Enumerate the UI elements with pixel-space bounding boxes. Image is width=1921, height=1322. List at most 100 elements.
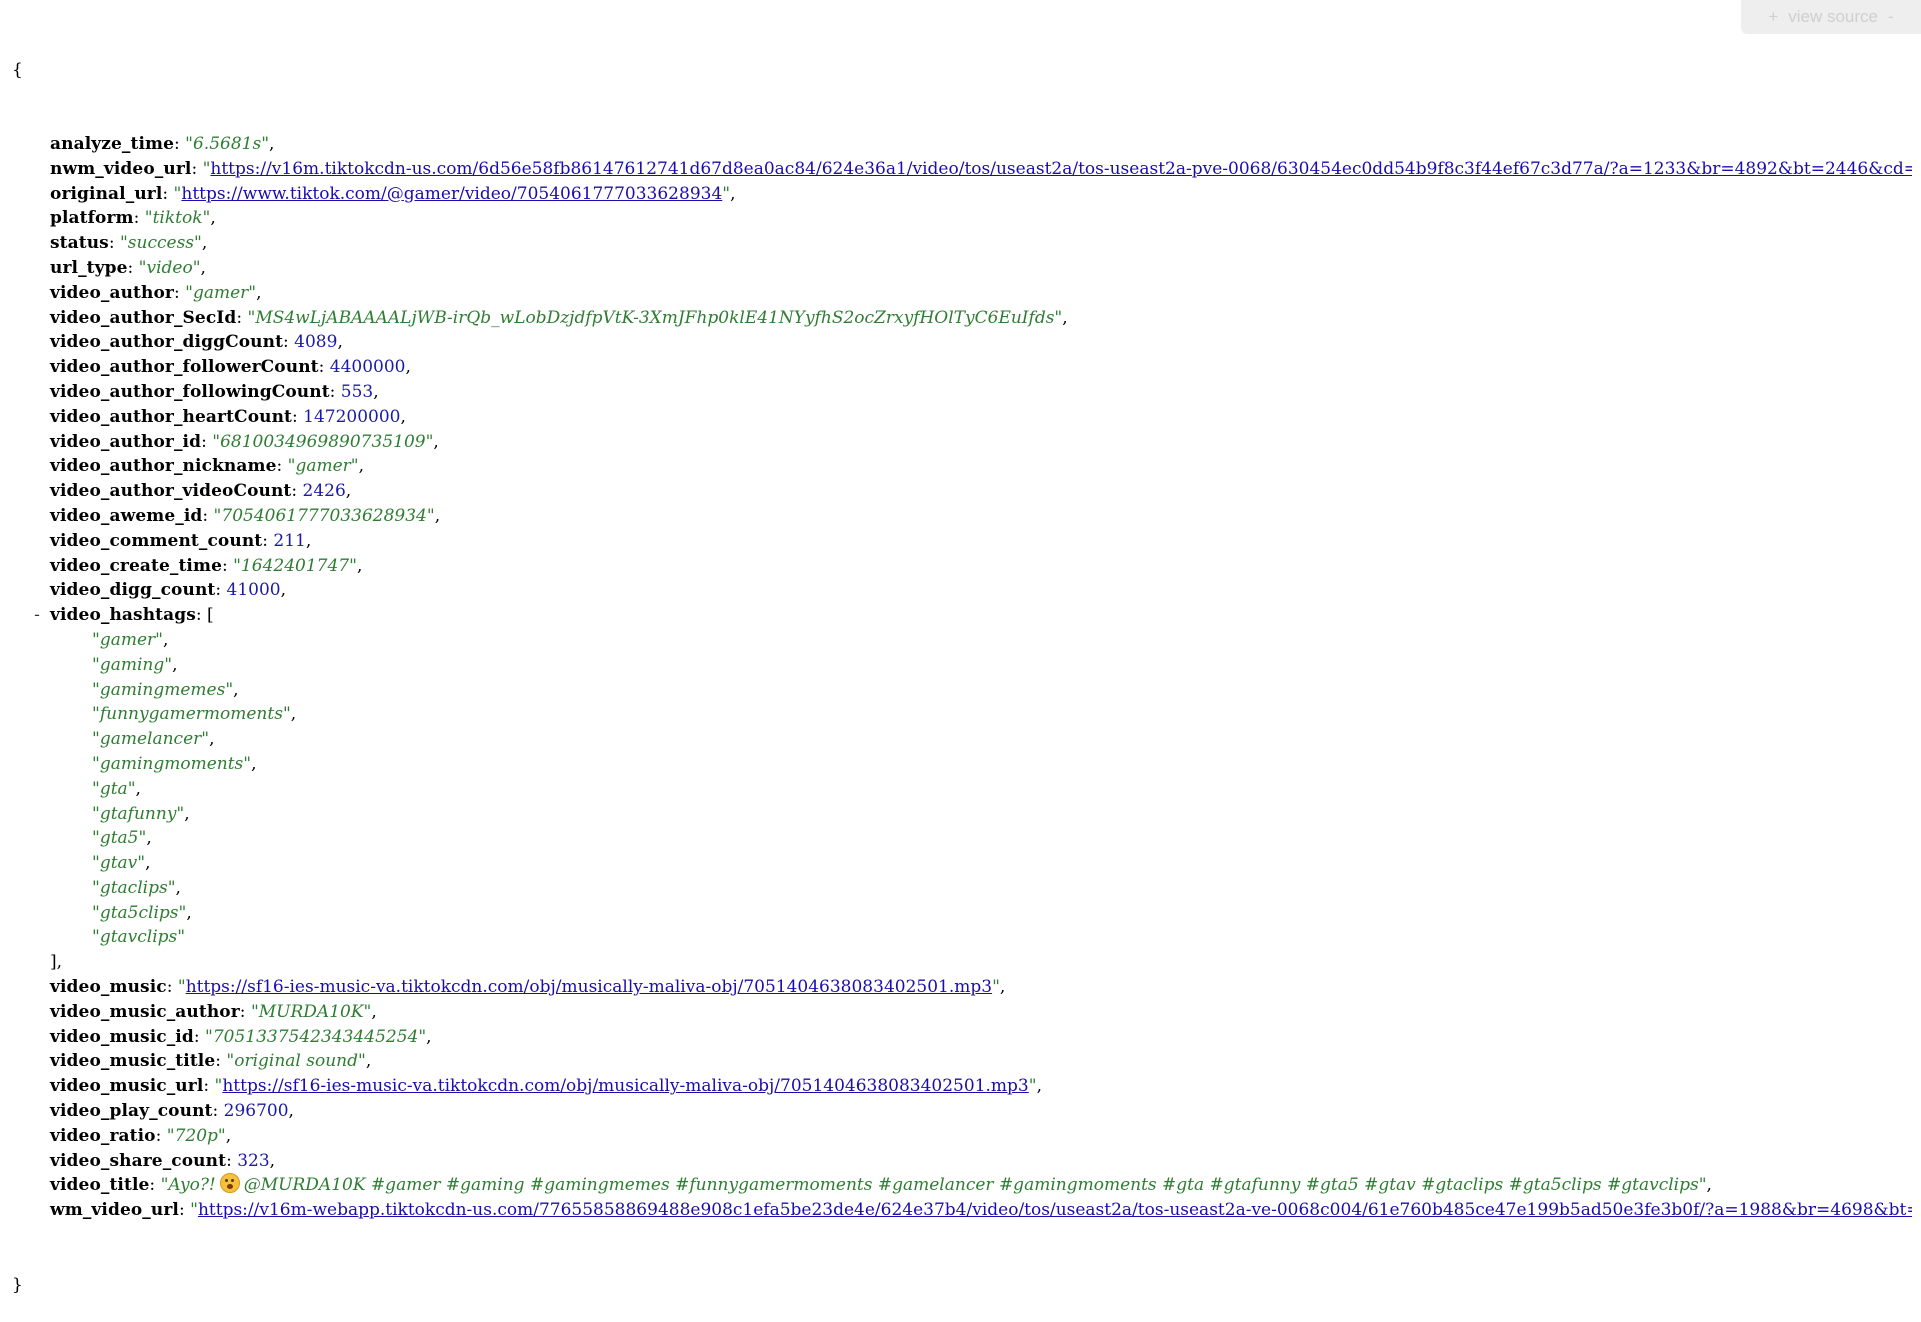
json-key: video_author_id (50, 431, 202, 452)
json-array-item: "gtafunny", (92, 803, 190, 824)
json-string-value: 6.5681s (192, 133, 262, 154)
json-row-video_music_url: video_music_url: "https://sf16-ies-music… (50, 1076, 1042, 1097)
json-string-value: gtavclips (99, 927, 178, 948)
json-array-item: "gamelancer", (92, 729, 215, 750)
json-string-value: 1642401747 (240, 555, 350, 576)
json-key: video_author_videoCount (50, 481, 292, 502)
json-array-item: "gamingmoments", (92, 753, 257, 774)
json-array-item: "funnygamermoments", (92, 704, 297, 725)
json-number-value: 4089 (294, 332, 338, 353)
json-row-status: status: "success", (50, 233, 208, 254)
json-link-value[interactable]: https://sf16-ies-music-va.tiktokcdn.com/… (186, 977, 992, 997)
json-fields: analyze_time: "6.5681s", nwm_video_url: "… (12, 132, 1912, 1223)
json-row-video_author_SecId: video_author_SecId: "MS4wLjABAAAALjWB-ir… (50, 307, 1068, 328)
json-key: video_play_count (50, 1101, 213, 1122)
json-string-value: gaming (99, 654, 165, 675)
json-key: video_digg_count (50, 580, 216, 601)
json-row-wm_video_url: wm_video_url: "https://v16m-webapp.tikto… (12, 1198, 1912, 1223)
json-row-platform: platform: "tiktok", (50, 208, 216, 229)
json-row-video_music_author: video_music_author: "MURDA10K", (50, 1001, 377, 1022)
json-row-video_create_time: video_create_time: "1642401747", (50, 555, 363, 576)
json-row-video_hashtags: - video_hashtags: [ (12, 603, 1912, 628)
json-key: video_hashtags (50, 605, 196, 626)
json-string-value: gamelancer (99, 729, 202, 750)
json-row-video_play_count: video_play_count: 296700, (50, 1101, 294, 1122)
json-number-value: 2426 (302, 481, 346, 502)
json-link-value[interactable]: https://v16m.tiktokcdn-us.com/6d56e58fb8… (210, 159, 1912, 179)
json-key: video_music_id (50, 1026, 194, 1047)
json-string-value: MS4wLjABAAAALjWB-irQb_wLobDzjdfpVtK-3XmJ… (255, 307, 1055, 328)
json-key: video_music_url (50, 1076, 204, 1097)
json-row-nwm_video_url: nwm_video_url: "https://v16m.tiktokcdn-u… (12, 157, 1912, 182)
json-array-item: "gta", (92, 778, 141, 799)
json-row-video_aweme_id: video_aweme_id: "7054061777033628934", (50, 505, 441, 526)
json-key: wm_video_url (50, 1200, 179, 1221)
json-string-value: 7051337542343445254 (212, 1026, 419, 1047)
json-row-video_author_videoCount: video_author_videoCount: 2426, (50, 481, 352, 502)
json-key: original_url (50, 183, 163, 204)
json-key: video_share_count (50, 1150, 227, 1171)
json-row-video_digg_count: video_digg_count: 41000, (50, 580, 286, 601)
json-row-video_author_diggCount: video_author_diggCount: 4089, (50, 332, 343, 353)
json-array-item: "gta5clips", (92, 902, 192, 923)
json-key: video_author_SecId (50, 307, 237, 328)
json-string-value: gta (99, 778, 128, 799)
json-string-value: gamer (295, 456, 351, 477)
json-key: video_title (50, 1175, 150, 1196)
json-link-value[interactable]: https://v16m-webapp.tiktokcdn-us.com/776… (198, 1200, 1912, 1220)
json-key: platform (50, 208, 134, 229)
json-row-video_share_count: video_share_count: 323, (50, 1150, 276, 1171)
json-row-video_music_id: video_music_id: "7051337542343445254", (50, 1026, 432, 1047)
json-link-value[interactable]: https://sf16-ies-music-va.tiktokcdn.com/… (222, 1076, 1028, 1096)
json-key: video_music_title (50, 1051, 216, 1072)
json-key: video_author (50, 282, 174, 303)
json-close-brace: } (12, 1274, 23, 1295)
json-number-value: 4400000 (329, 357, 406, 378)
json-array-item: "gaming", (92, 654, 178, 675)
json-number-value: 296700 (223, 1101, 289, 1122)
json-key: video_music_author (50, 1001, 240, 1022)
collapse-toggle-icon[interactable]: - (30, 603, 44, 628)
astonished-face-icon (219, 1173, 240, 1194)
json-string-value: gamingmoments (99, 753, 244, 774)
json-array-close: ], (50, 952, 63, 973)
json-row-url_type: url_type: "video", (50, 257, 206, 278)
json-row-video_music: video_music: "https://sf16-ies-music-va.… (50, 977, 1006, 998)
json-array-item: "gamer", (92, 629, 169, 650)
json-string-value: 7054061777033628934 (221, 505, 427, 526)
json-array-item: "gtavclips" (92, 927, 186, 948)
json-string-value: funnygamermoments (99, 704, 283, 725)
json-string-value: gtafunny (99, 803, 177, 824)
json-key: video_aweme_id (50, 505, 203, 526)
json-number-value: 553 (340, 381, 374, 402)
json-row-video_comment_count: video_comment_count: 211, (50, 530, 312, 551)
json-string-value: Ayo?! (168, 1175, 216, 1196)
json-string-value: gtav (99, 853, 138, 874)
json-array-item: "gta5", (92, 828, 152, 849)
json-string-value: gamingmemes (99, 679, 226, 700)
json-viewer: { analyze_time: "6.5681s", nwm_video_url:… (12, 8, 1912, 1322)
json-array-item: "gtav", (92, 853, 151, 874)
json-row-original_url: original_url: "https://www.tiktok.com/@g… (50, 183, 736, 204)
json-string-value: tiktok (152, 208, 203, 229)
json-key: url_type (50, 257, 128, 278)
json-string-value: @MURDA10K #gamer #gaming #gamingmemes #f… (243, 1175, 1699, 1196)
json-number-value: 147200000 (303, 406, 401, 427)
json-row-video_music_title: video_music_title: "original sound", (50, 1051, 372, 1072)
json-string-value: gamer (192, 282, 249, 303)
json-key: video_author_heartCount (50, 406, 293, 427)
json-key: nwm_video_url (50, 158, 192, 179)
json-string-value: gtaclips (99, 877, 168, 898)
json-row-video_author_followerCount: video_author_followerCount: 4400000, (50, 357, 411, 378)
json-key: video_author_diggCount (50, 332, 284, 353)
json-key: video_author_followerCount (50, 357, 319, 378)
json-row-video_author_followingCount: video_author_followingCount: 553, (50, 381, 379, 402)
json-row-video_author_heartCount: video_author_heartCount: 147200000, (50, 406, 406, 427)
json-string-value: gta5clips (99, 902, 179, 923)
json-array-item: "gtaclips", (92, 877, 181, 898)
json-row-video_ratio: video_ratio: "720p", (50, 1125, 232, 1146)
json-string-value: 720p (174, 1125, 218, 1146)
json-row-video_author_nickname: video_author_nickname: "gamer", (50, 456, 365, 477)
json-row-video_author_id: video_author_id: "6810034969890735109", (50, 431, 439, 452)
json-link-value[interactable]: https://www.tiktok.com/@gamer/video/7054… (181, 184, 722, 204)
